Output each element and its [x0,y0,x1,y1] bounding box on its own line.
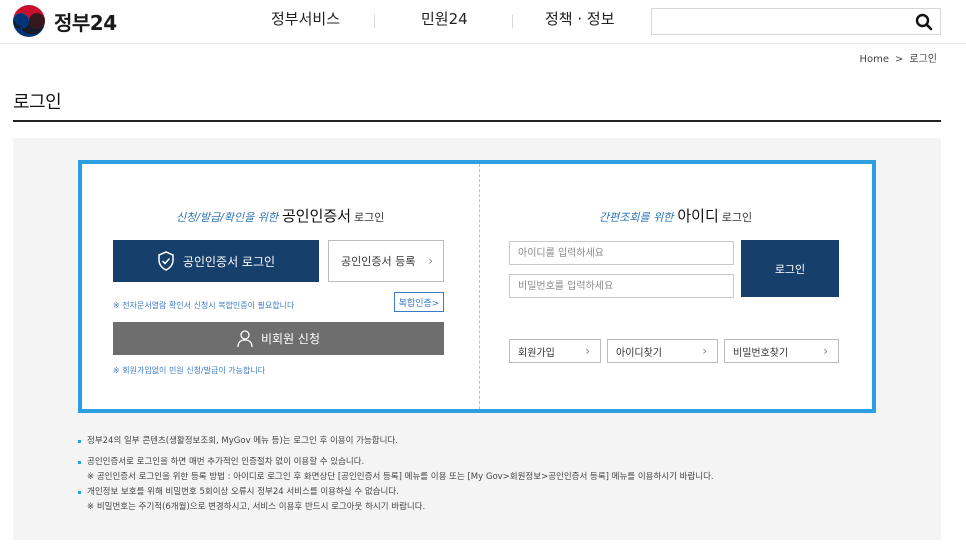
guest-apply-button[interactable]: 비회원 신청 [113,322,444,355]
cert-register-button[interactable]: 공인인증서 등록 › [328,240,444,282]
nav-divider [512,14,513,28]
breadcrumb-home[interactable]: Home [859,54,889,65]
id-title-small: 로그인 [721,211,753,224]
nav-item-policy-info[interactable]: 정책 · 정보 [545,8,615,29]
breadcrumb-current: 로그인 [909,54,937,65]
id-login-title: 간편조회를 위한 아이디 로그인 [599,205,752,226]
password-input[interactable] [509,274,734,298]
id-input[interactable] [509,241,734,265]
signup-button[interactable]: 회원가입 › [509,339,601,363]
note-item: ※ 공인인증서 로그인을 위한 등록 방법 : 아이디로 로그인 후 화면상단 … [87,472,714,482]
find-password-button[interactable]: 비밀번호찾기 › [724,339,839,363]
cert-title-accent: 신청/발급/확인을 위한 [176,211,278,224]
search-box [651,8,941,35]
find-password-label: 비밀번호찾기 [733,347,789,359]
chevron-right-icon: › [823,344,828,358]
nav-item-minwon24[interactable]: 민원24 [421,8,468,29]
note-item: 공인인증서로 로그인을 하면 매번 추가적인 인증절차 없이 이용할 수 있습니… [87,457,365,467]
search-icon[interactable] [914,12,934,32]
login-panel: 신청/발급/확인을 위한 공인인증서 로그인 공인인증서 로그인 공인인증서 등록 … [78,160,876,413]
page-title: 로그인 [13,92,62,113]
breadcrumb: Home > 로그인 [856,50,940,65]
cert-note: ※ 전자문서열람 확인서 신청시 복합인증이 필요합니다 [113,301,295,310]
chevron-right-icon: › [428,254,433,268]
note-bullet [78,461,81,464]
id-title-big: 아이디 [677,207,719,225]
find-id-button[interactable]: 아이디찾기 › [607,339,718,363]
search-input[interactable] [652,9,902,34]
id-login-button[interactable]: 로그인 [741,240,839,297]
note-item: 정부24의 일부 콘텐츠(생활정보조회, MyGov 메뉴 등)는 로그인 후 … [87,436,398,446]
breadcrumb-separator: > [895,54,904,65]
cert-title-small: 로그인 [354,211,385,224]
joint-auth-button[interactable]: 복합인증> [394,292,444,312]
person-icon [237,329,253,347]
logo[interactable]: 정부24 [12,4,117,38]
signup-label: 회원가입 [518,347,555,359]
shield-check-icon [158,251,174,271]
nav-item-gov-services[interactable]: 정부서비스 [271,8,340,29]
id-title-accent: 간편조회를 위한 [599,211,674,224]
cert-title-big: 공인인증서 [282,207,352,225]
guest-apply-label: 비회원 신청 [260,332,320,346]
chevron-right-icon: › [702,344,707,358]
note-item: 개인정보 보호를 위해 비밀번호 5회이상 오류시 정부24 서비스를 이용하실… [87,487,399,497]
note-bullet [78,440,81,443]
header: 정부24 정부서비스 민원24 정책 · 정보 [0,0,966,44]
title-divider [13,120,941,122]
logo-text: 정부24 [54,10,117,35]
note-item: ※ 비밀번호는 주기적(6개월)으로 변경하시고, 서비스 이용후 반드시 로그… [87,502,426,512]
gov-logo-icon [13,5,45,37]
cert-login-label: 공인인증서 로그인 [182,254,276,269]
find-id-label: 아이디찾기 [616,347,662,359]
cert-login-button[interactable]: 공인인증서 로그인 [113,240,319,282]
cert-register-label: 공인인증서 등록 [341,255,416,268]
panel-divider [479,164,480,409]
nav-divider [374,14,375,28]
cert-login-title: 신청/발급/확인을 위한 공인인증서 로그인 [176,205,384,226]
note-bullet [78,491,81,494]
chevron-right-icon: › [585,344,590,358]
guest-note: ※ 회원가입없이 민원 신청/발급이 가능합니다 [113,366,266,375]
